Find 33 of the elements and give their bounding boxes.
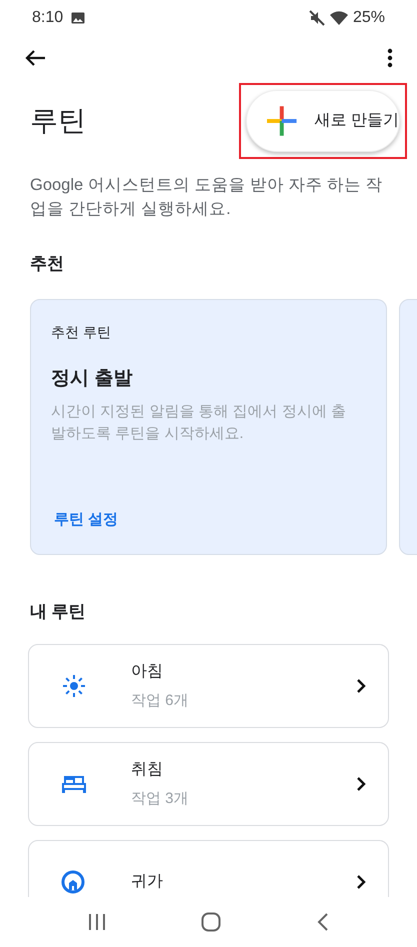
description-text: Google 어시스턴트의 도움을 받아 자주 하는 작업을 간단하게 실행하세요. bbox=[29, 175, 384, 220]
card-title: 정시 출발 bbox=[51, 366, 134, 390]
create-new-button[interactable]: 새로 만들기 bbox=[246, 90, 400, 152]
chevron-right-icon bbox=[356, 874, 366, 890]
recent-apps-icon bbox=[88, 913, 106, 931]
card-label: 추천 루틴 bbox=[51, 322, 112, 342]
page-title: 루틴 bbox=[30, 104, 86, 138]
back-chevron-icon bbox=[317, 913, 330, 931]
section-heading: 추천 bbox=[29, 253, 65, 275]
home-icon bbox=[61, 870, 85, 894]
setup-routine-link[interactable]: 루틴 설정 bbox=[54, 509, 366, 532]
more-vert-icon bbox=[387, 48, 393, 68]
routine-row[interactable]: 아침 작업 6개 bbox=[28, 644, 389, 728]
routine-title: 귀가 bbox=[131, 872, 164, 892]
sun-icon bbox=[61, 673, 87, 699]
routine-title: 취침 bbox=[131, 760, 164, 780]
back-arrow-icon bbox=[24, 49, 46, 67]
image-icon bbox=[71, 12, 86, 24]
chevron-right-icon bbox=[356, 678, 366, 694]
mute-icon bbox=[308, 10, 325, 26]
card-text: 시간이 지정된 알림을 통해 집에서 정시에 출발하도록 루틴을 시작하세요. bbox=[51, 402, 348, 444]
clock-time: 8:10 bbox=[32, 8, 64, 28]
plus-icon bbox=[267, 106, 297, 136]
wifi-icon bbox=[328, 10, 349, 26]
section-heading: 내 루틴 bbox=[29, 600, 87, 622]
battery-level: 25% bbox=[352, 8, 385, 28]
routine-row[interactable]: 취침 작업 3개 bbox=[28, 742, 389, 826]
recommendation-card[interactable]: 추천 루틴 정시 출발 시간이 지정된 알림을 통해 집에서 정시에 출발하도록 루틴을 시작하세요. 루틴 설정 bbox=[30, 298, 387, 554]
bed-icon bbox=[61, 773, 87, 795]
routine-subtitle: 작업 6개 bbox=[131, 690, 190, 711]
routine-title: 아침 bbox=[131, 662, 164, 682]
routine-subtitle: 작업 3개 bbox=[131, 788, 190, 809]
chevron-right-icon bbox=[356, 776, 366, 792]
